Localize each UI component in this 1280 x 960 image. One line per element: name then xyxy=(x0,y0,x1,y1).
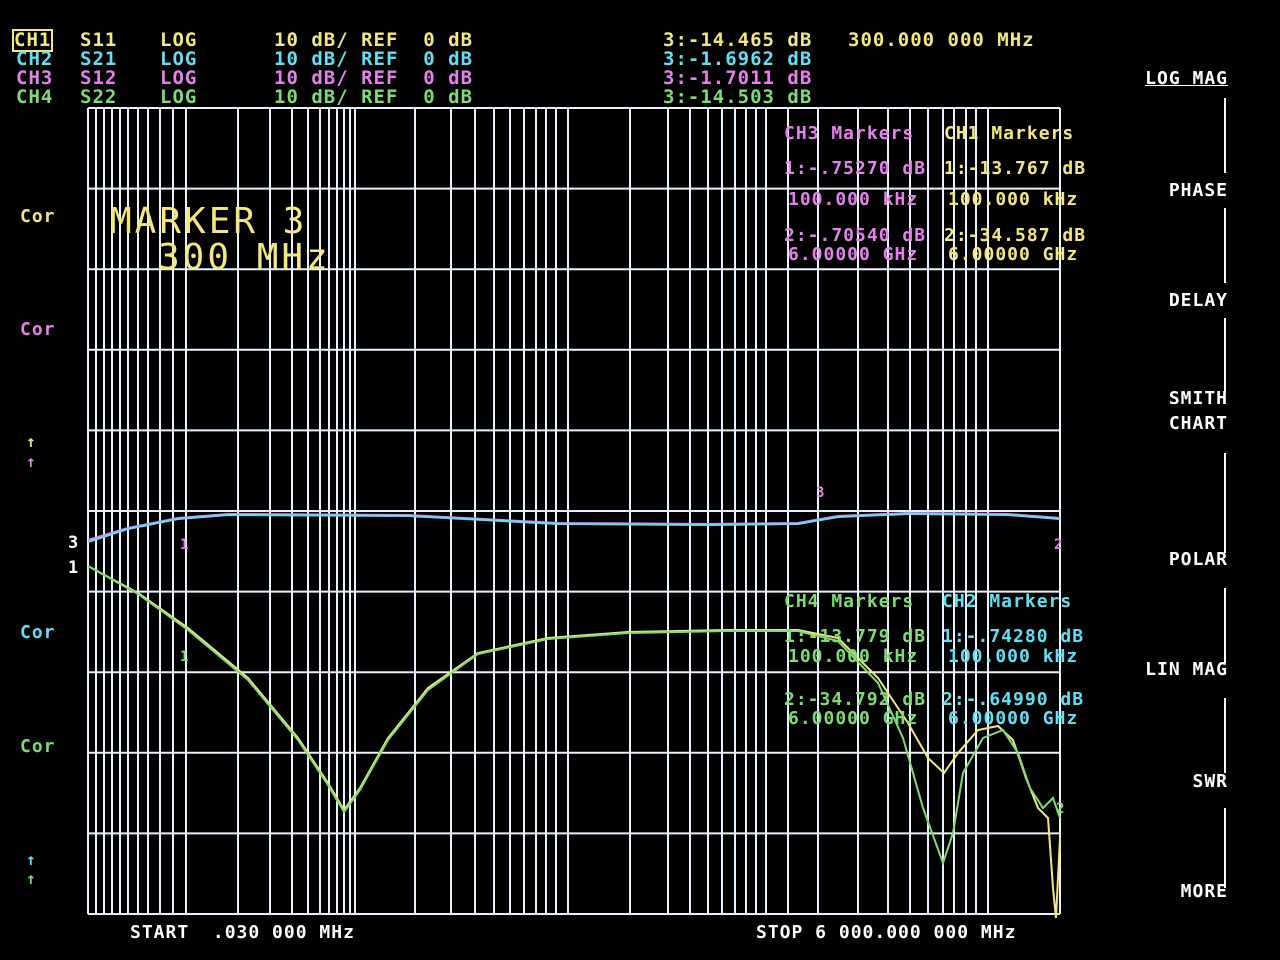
vna-screen: CH1 S11 LOG 10 dB/ REF 0 dB 3:-14.465 dB… xyxy=(8,18,1256,943)
ch1-marker1-freq: 100.000 kHz xyxy=(948,189,1079,210)
trace-marker-3[interactable]: 3 xyxy=(816,484,825,503)
ch2-marker1-freq: 100.000 kHz xyxy=(948,646,1079,667)
marker-annotation-line2: 300 MHz xyxy=(158,237,331,278)
ch3-marker1-freq: 100.000 kHz xyxy=(788,189,919,210)
ch4-marker1-value: 1:-13.779 dB xyxy=(784,626,927,647)
ch3-markers-title: CH3 Markers xyxy=(784,123,915,144)
trace-marker-2[interactable]: 2 xyxy=(1054,536,1063,555)
stop-frequency: STOP 6 000.000 000 MHz xyxy=(756,922,1017,943)
ch4-marker1-freq: 100.000 kHz xyxy=(788,646,919,667)
ch1-marker2-freq: 6.00000 GHz xyxy=(948,244,1079,265)
marker-annotation-line1: MARKER 3 xyxy=(110,201,308,242)
ch2-marker1-value: 1:-.74280 dB xyxy=(942,626,1085,647)
ch4-marker2-freq: 6.00000 GHz xyxy=(788,708,919,729)
s11-trace xyxy=(87,565,1061,919)
ch1-marker2-value: 2:-34.587 dB xyxy=(944,225,1087,246)
ch1-marker1-value: 1:-13.767 dB xyxy=(944,158,1087,179)
ch2-markers-title: CH2 Markers xyxy=(942,591,1073,612)
trace-marker-2-ch4[interactable]: 2 xyxy=(1056,800,1065,819)
ch3-marker2-value: 2:-.70540 dB xyxy=(784,225,927,246)
ch4-markers-title: CH4 Markers xyxy=(784,591,915,612)
ch3-marker2-freq: 6.00000 GHz xyxy=(788,244,919,265)
start-frequency: START .030 000 MHz xyxy=(130,922,355,943)
ch3-marker1-value: 1:-.75270 dB xyxy=(784,158,927,179)
trace-plot xyxy=(87,107,1061,919)
ch1-markers-title: CH1 Markers xyxy=(944,123,1075,144)
s12-trace xyxy=(87,511,1061,541)
ch2-marker2-freq: 6.00000 GHz xyxy=(948,708,1079,729)
ch2-marker2-value: 2:-.64990 dB xyxy=(942,689,1085,710)
ch4-marker2-value: 2:-34.792 dB xyxy=(784,689,927,710)
trace-marker-1-ch4[interactable]: 1 xyxy=(180,648,189,667)
trace-marker-1[interactable]: 1 xyxy=(180,536,189,555)
s21-trace xyxy=(87,512,1061,543)
